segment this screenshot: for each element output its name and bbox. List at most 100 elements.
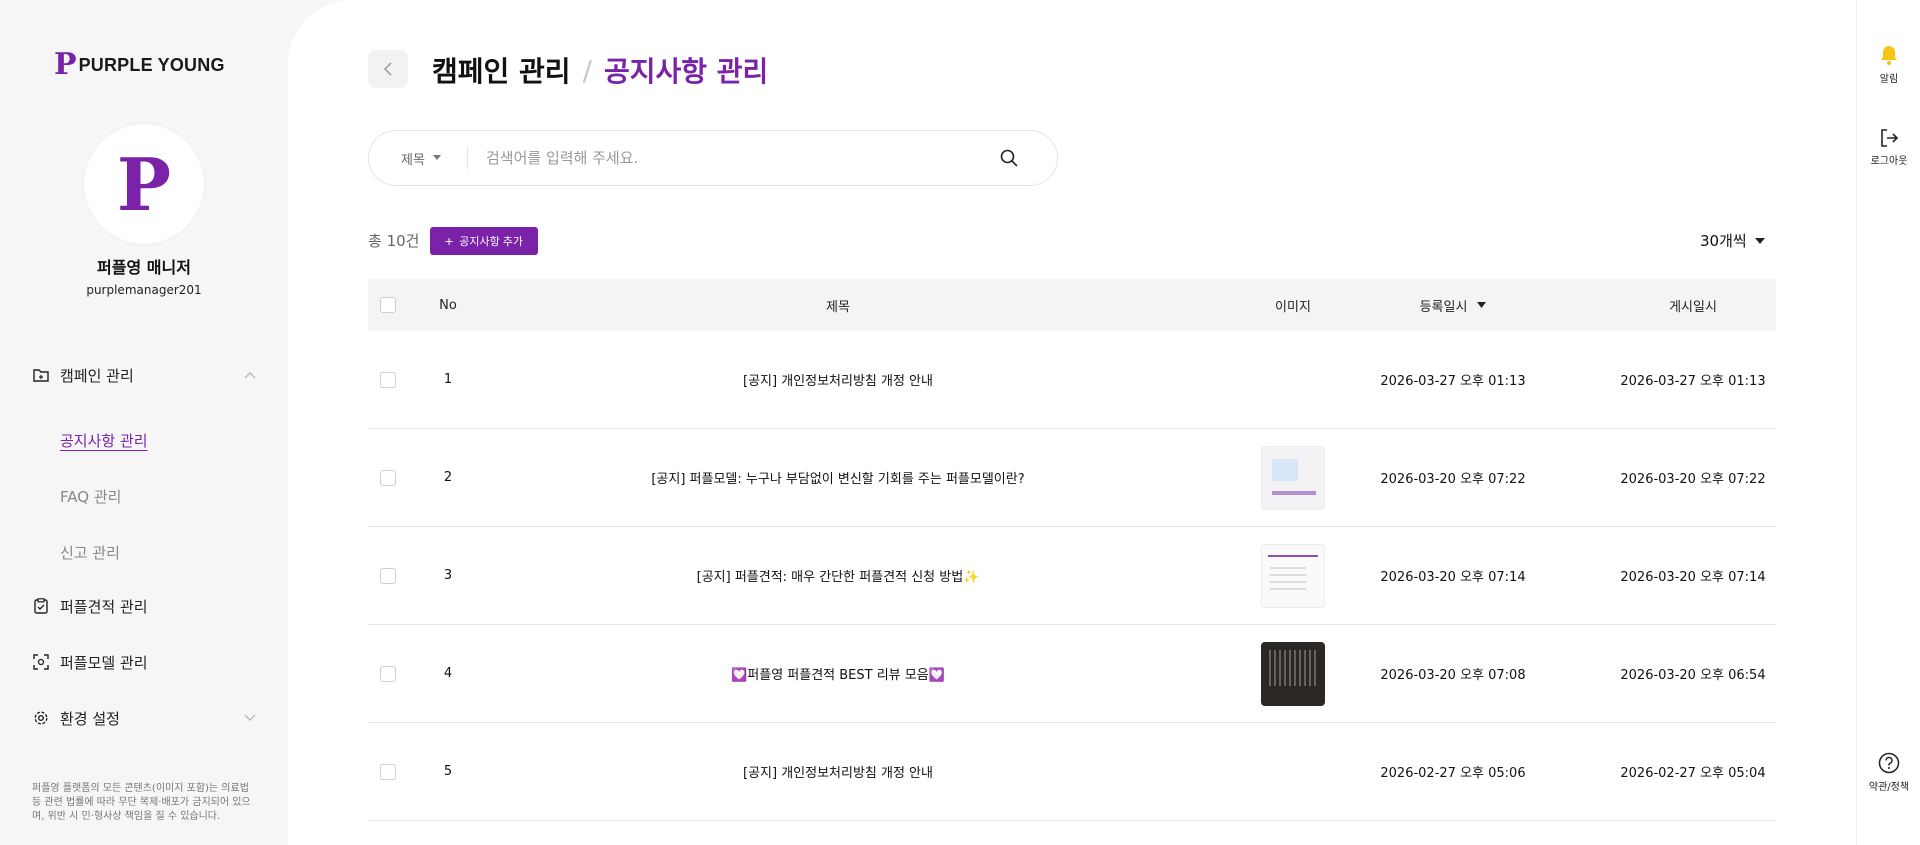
- sidebar-item-label: 캠페인 관리: [60, 366, 134, 385]
- row-title[interactable]: [공지] 개인정보처리방침 개정 안내: [478, 331, 1198, 428]
- row-registered: 2026-02-27 오후 05:06: [1380, 766, 1526, 781]
- clipboard-check-icon: [32, 597, 50, 615]
- row-checkbox-cell: [368, 331, 408, 428]
- add-notice-button[interactable]: + 공지사항 추가: [430, 227, 538, 255]
- logout-icon: [1881, 129, 1899, 147]
- help-circle-icon: [1878, 752, 1900, 774]
- total-count: 총 10건: [368, 232, 420, 250]
- row-title[interactable]: 💟퍼플영 퍼플견적 BEST 리뷰 모음💟: [478, 625, 1198, 722]
- right-rail: 알림 로그아웃 약관/정책: [1856, 0, 1920, 845]
- row-title[interactable]: [공지] 퍼플견적: 매우 간단한 퍼플견적 신청 방법✨: [478, 527, 1198, 624]
- add-notice-label: 공지사항 추가: [459, 236, 523, 248]
- sidebar-item-estimate[interactable]: 퍼플견적 관리: [32, 591, 258, 621]
- row-checkbox[interactable]: [380, 371, 396, 388]
- table-row[interactable]: 2 [공지] 퍼플모델: 누구나 부담없이 변신할 기회를 주는 퍼플모델이란?…: [368, 429, 1776, 527]
- sidebar-item-model[interactable]: 퍼플모델 관리: [32, 647, 258, 677]
- row-published: 2026-03-20 오후 07:14: [1620, 570, 1766, 585]
- row-registered: 2026-03-20 오후 07:08: [1380, 668, 1526, 683]
- logout-button[interactable]: 로그아웃: [1857, 128, 1920, 167]
- plus-icon: +: [445, 233, 454, 249]
- main-panel: 캠페인 관리 / 공지사항 관리 제목 총 10건 + 공지사항 추가 30개씩: [288, 0, 1856, 845]
- per-page-select[interactable]: 30개씩: [1700, 230, 1765, 251]
- alert-button[interactable]: 알림: [1857, 44, 1920, 85]
- sidebar-item-campaign[interactable]: 캠페인 관리: [32, 360, 258, 390]
- search-bar: 제목: [368, 130, 1058, 186]
- row-thumbnail[interactable]: [1261, 445, 1325, 510]
- row-checkbox-cell: [368, 527, 408, 624]
- logout-label: 로그아웃: [1870, 156, 1908, 167]
- breadcrumb-parent[interactable]: 캠페인 관리: [432, 50, 571, 90]
- column-header-image: 이미지: [1275, 299, 1311, 315]
- row-checkbox-cell: [368, 625, 408, 722]
- brand-logo[interactable]: P PURPLE YOUNG: [54, 50, 225, 80]
- row-thumbnail[interactable]: [1261, 543, 1325, 608]
- row-checkbox[interactable]: [380, 567, 396, 584]
- row-title[interactable]: [공지] 개인정보처리방침 개정 안내: [478, 723, 1198, 820]
- table-header: No 제목 이미지 등록일시 게시일시: [368, 279, 1776, 331]
- row-published: 2026-02-27 오후 05:04: [1620, 766, 1766, 781]
- row-published: 2026-03-20 오후 06:54: [1620, 668, 1766, 683]
- sidebar-subitem-faq[interactable]: FAQ 관리: [60, 486, 121, 507]
- row-published: 2026-03-20 오후 07:22: [1620, 472, 1766, 487]
- row-checkbox[interactable]: [380, 469, 396, 486]
- column-header-registered-label: 등록일시: [1419, 299, 1468, 315]
- column-header-title: 제목: [826, 299, 850, 315]
- breadcrumb-separator: /: [582, 53, 592, 87]
- per-page-label: 30개씩: [1700, 232, 1747, 250]
- select-all-checkbox[interactable]: [380, 297, 396, 313]
- user-id: purplemanager201: [86, 283, 202, 297]
- sidebar-item-label: 퍼플견적 관리: [60, 597, 148, 616]
- row-no: 1: [443, 372, 453, 387]
- row-checkbox-cell: [368, 723, 408, 820]
- row-thumbnail[interactable]: [1261, 641, 1325, 706]
- column-header-published: 게시일시: [1669, 299, 1717, 315]
- page-title: 캠페인 관리 / 공지사항 관리: [432, 50, 768, 90]
- sidebar-subitem-report[interactable]: 신고 관리: [60, 542, 120, 563]
- terms-label: 약관/정책: [1868, 782, 1910, 793]
- chevron-down-icon[interactable]: [242, 710, 258, 726]
- row-published: 2026-03-27 오후 01:13: [1620, 374, 1766, 389]
- row-image-cell: [1198, 331, 1388, 428]
- folder-icon: [32, 366, 50, 384]
- table-row[interactable]: 5 [공지] 개인정보처리방침 개정 안내 2026-02-27 오후 05:0…: [368, 723, 1776, 821]
- search-icon[interactable]: [999, 148, 1019, 168]
- row-image-cell: [1198, 625, 1388, 722]
- alert-label: 알림: [1879, 74, 1899, 85]
- row-title[interactable]: [공지] 퍼플모델: 누구나 부담없이 변신할 기회를 주는 퍼플모델이란?: [478, 429, 1198, 526]
- table-row[interactable]: 3 [공지] 퍼플견적: 매우 간단한 퍼플견적 신청 방법✨ 2026-03-…: [368, 527, 1776, 625]
- row-no: 5: [443, 764, 453, 779]
- chevron-up-icon[interactable]: [242, 367, 258, 383]
- row-registered: 2026-03-20 오후 07:14: [1380, 570, 1526, 585]
- row-registered: 2026-03-27 오후 01:13: [1380, 374, 1526, 389]
- row-checkbox-cell: [368, 429, 408, 526]
- terms-button[interactable]: 약관/정책: [1857, 752, 1920, 793]
- row-image-cell: [1198, 723, 1388, 820]
- sidebar-subitem-notice[interactable]: 공지사항 관리: [60, 430, 148, 451]
- user-name: 퍼플영 매니저: [97, 258, 191, 277]
- caret-down-icon: [1754, 237, 1765, 244]
- sidebar-item-settings[interactable]: 환경 설정: [32, 703, 258, 733]
- column-header-registered[interactable]: 등록일시: [1368, 279, 1538, 331]
- row-registered: 2026-03-20 오후 07:22: [1380, 472, 1526, 487]
- row-checkbox[interactable]: [380, 665, 396, 682]
- table-row[interactable]: 1 [공지] 개인정보처리방침 개정 안내 2026-03-27 오후 01:1…: [368, 331, 1776, 429]
- row-no: 4: [443, 666, 453, 681]
- search-field-label: 제목: [401, 152, 425, 168]
- sidebar: P PURPLE YOUNG P 퍼플영 매니저 purplemanager20…: [0, 0, 288, 845]
- row-no: 2: [443, 470, 453, 485]
- table-row[interactable]: 4 💟퍼플영 퍼플견적 BEST 리뷰 모음💟 2026-03-20 오후 07…: [368, 625, 1776, 723]
- sidebar-item-label: 환경 설정: [60, 709, 120, 728]
- search-divider: [467, 147, 468, 169]
- row-image-cell: [1198, 429, 1388, 526]
- gear-icon: [32, 709, 50, 727]
- logo-text: PURPLE YOUNG: [78, 54, 225, 75]
- back-button[interactable]: [368, 50, 408, 88]
- sort-down-icon: [1477, 302, 1487, 308]
- face-scan-icon: [32, 653, 50, 671]
- search-field-select[interactable]: 제목: [401, 149, 457, 168]
- logo-mark: P: [54, 47, 77, 82]
- sidebar-item-label: 퍼플모델 관리: [60, 653, 148, 672]
- search-input[interactable]: [486, 149, 1006, 167]
- row-checkbox[interactable]: [380, 763, 396, 780]
- row-no: 3: [443, 568, 453, 583]
